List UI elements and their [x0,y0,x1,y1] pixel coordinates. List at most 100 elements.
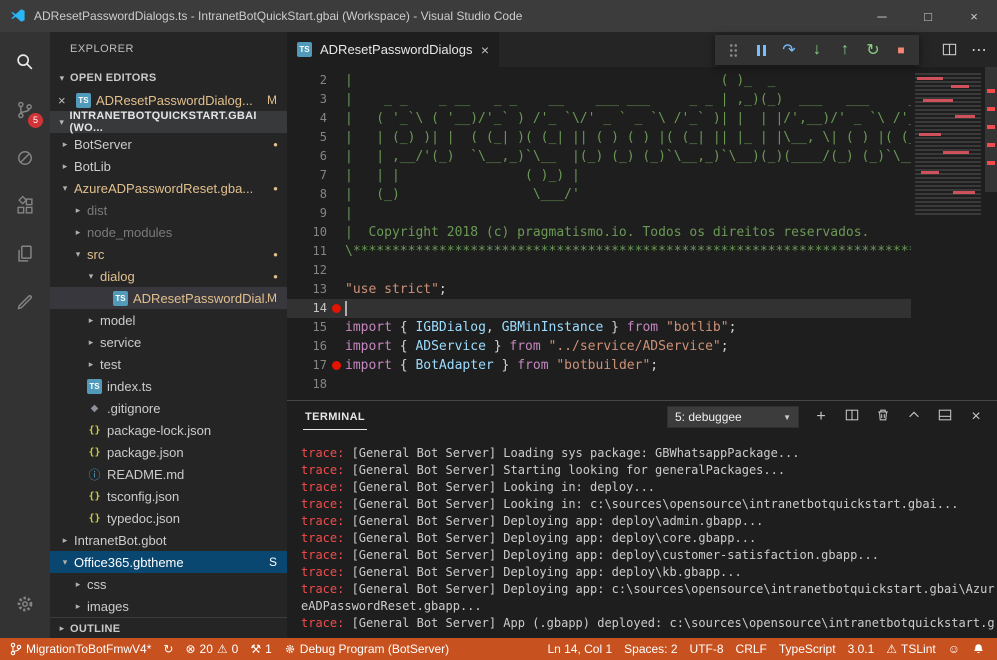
outline-header[interactable]: ▸ OUTLINE [50,617,287,638]
open-editor-item[interactable]: ×TSADResetPasswordDialog...M [50,89,287,111]
tree-item-tsconfig-json[interactable]: {}tsconfig.json [50,485,287,507]
breakpoint-icon[interactable] [327,299,345,318]
debug-config-label: Debug Program (BotServer) [300,642,449,656]
tree-item-src[interactable]: ▾src● [50,243,287,265]
editor-line-5: 5| | (_) )| | ( (_| )( (_| || ( ) ( ) |(… [287,128,997,147]
split-terminal-button[interactable] [843,406,861,428]
terminal-line: trace: [General Bot Server] Deploying ap… [301,581,995,615]
problems-item[interactable]: ⊗ 20 ⚠ 0 [179,638,244,660]
cursor-position[interactable]: Ln 14, Col 1 [541,638,618,660]
tree-item-botserver[interactable]: ▸BotServer● [50,133,287,155]
explorer-sidebar: EXPLORER ▾ OPEN EDITORS ×TSADResetPasswo… [50,32,287,638]
eol-sequence[interactable]: CRLF [730,638,773,660]
maximize-button[interactable]: □ [905,0,951,32]
tree-item-label: package-lock.json [107,423,211,438]
new-terminal-button[interactable]: + [812,406,830,428]
settings-gear-icon[interactable] [0,580,50,628]
toggle-panel-button[interactable] [936,406,954,428]
drag-grip-handle[interactable] [719,35,747,65]
source-control-icon[interactable]: 5 [0,86,50,134]
close-tab-icon[interactable]: × [481,42,489,58]
tree-item-model[interactable]: ▸model [50,309,287,331]
tree-item-dialog[interactable]: ▾dialog● [50,265,287,287]
tree-item-dist[interactable]: ▸dist [50,199,287,221]
breakpoint-margin [327,147,345,166]
maximize-panel-button[interactable] [905,406,923,428]
step-into-button[interactable]: ↓ [803,35,831,65]
tree-item-label: README.md [107,467,184,482]
terminal-selector[interactable]: 5: debuggee ▼ [667,406,799,428]
tree-item-index-ts[interactable]: TSindex.ts [50,375,287,397]
close-panel-button[interactable]: × [967,406,985,428]
tree-item-botlib[interactable]: ▸BotLib [50,155,287,177]
sync-button[interactable]: ↻ [157,638,179,660]
terminal-tab[interactable]: TERMINAL [303,405,367,430]
editor-tab-bar: TS ADResetPasswordDialogs.ts × ⋯ ↷ ↓ ↑↻■ [287,32,997,67]
breakpoint-icon[interactable] [327,356,345,375]
tree-item-gitignore[interactable]: ◆.gitignore [50,397,287,419]
tree-item-node-modules[interactable]: ▸node_modules [50,221,287,243]
tree-item-images[interactable]: ▸images [50,595,287,617]
tree-item-office365-gbtheme[interactable]: ▾Office365.gbthemeS [50,551,287,573]
notifications-bell-icon[interactable] [966,638,991,660]
editor-line-10: 10| Copyright 2018 (c) pragmatismo.io. T… [287,223,997,242]
edit-icon[interactable] [0,278,50,326]
debug-status-item[interactable]: Debug Program (BotServer) [278,638,455,660]
tree-item-test[interactable]: ▸test [50,353,287,375]
extensions-icon[interactable] [0,182,50,230]
feedback-smiley-icon[interactable]: ☺ [942,638,966,660]
restart-button[interactable]: ↻ [859,35,887,65]
editor-scrollbar[interactable] [985,67,997,400]
scrollbar-thumb[interactable] [985,67,997,192]
tslint-item[interactable]: ⚠ TSLint [880,638,941,660]
minimize-button[interactable]: ─ [859,0,905,32]
code-text: "use strict"; [345,280,447,299]
git-branch-item[interactable]: MigrationToBotFmwV4* [4,638,157,660]
tree-item-readme-md[interactable]: ⓘREADME.md [50,463,287,485]
close-icon[interactable]: × [58,93,73,108]
search-icon[interactable] [0,38,50,86]
editor-actions: ⋯ [942,32,987,67]
encoding[interactable]: UTF-8 [684,638,730,660]
pause-button[interactable] [747,35,775,65]
terminal-line: trace: [General Bot Server] Deploying ap… [301,547,995,564]
activity-bar: 5 [0,32,50,638]
code-editor[interactable]: 2| ( )_ _ |3| _ _ _ __ _ _ __ ___ ___ _ … [287,67,997,400]
breakpoint-margin [327,375,345,394]
vscode-window: ADResetPasswordDialogs.ts - IntranetBotQ… [0,0,997,660]
code-text: | (_) \___/' | [345,185,963,204]
code-text: | | | ( )_) | | [345,166,963,185]
tree-item-azureadpasswordreset-gba[interactable]: ▾AzureADPasswordReset.gba...● [50,177,287,199]
tree-item-intranetbot-gbot[interactable]: ▸IntranetBot.gbot [50,529,287,551]
chevron-right-icon: ▸ [84,315,98,326]
stop-button[interactable]: ■ [887,35,915,65]
split-editor-icon[interactable] [942,42,957,57]
language-mode[interactable]: TypeScript [773,638,842,660]
git-branch-icon [10,642,22,656]
open-editors-label: OPEN EDITORS [70,72,157,84]
tree-item-css[interactable]: ▸css [50,573,287,595]
open-editors-header[interactable]: ▾ OPEN EDITORS [50,67,287,89]
step-into-icon: ↓ [813,41,821,59]
tree-item-typedoc-json[interactable]: {}typedoc.json [50,507,287,529]
tree-item-package-lock-json[interactable]: {}package-lock.json [50,419,287,441]
typescript-version[interactable]: 3.0.1 [842,638,881,660]
tree-item-package-json[interactable]: {}package.json [50,441,287,463]
tree-item-service[interactable]: ▸service [50,331,287,353]
debug-icon[interactable] [0,134,50,182]
scrollbar-error-mark [987,89,995,93]
step-out-button[interactable]: ↑ [831,35,859,65]
tasks-item[interactable]: ⚒ 1 [244,638,277,660]
indentation[interactable]: Spaces: 2 [618,638,683,660]
step-over-button[interactable]: ↷ [775,35,803,65]
terminal-output[interactable]: trace: [General Bot Server] Loading sys … [287,433,997,632]
sync-icon: ↻ [163,642,173,656]
tab-adresetpassworddialogs-ts[interactable]: TS ADResetPasswordDialogs.ts × [287,32,499,67]
minimap[interactable] [911,67,985,400]
more-actions-icon[interactable]: ⋯ [971,40,987,60]
workspace-header[interactable]: ▾ INTRANETBOTQUICKSTART.GBAI (WO... [50,111,287,133]
documents-icon[interactable] [0,230,50,278]
close-button[interactable]: × [951,0,997,32]
tree-item-adresetpassworddial[interactable]: TSADResetPasswordDial...M [50,287,287,309]
kill-terminal-button[interactable] [874,406,892,428]
